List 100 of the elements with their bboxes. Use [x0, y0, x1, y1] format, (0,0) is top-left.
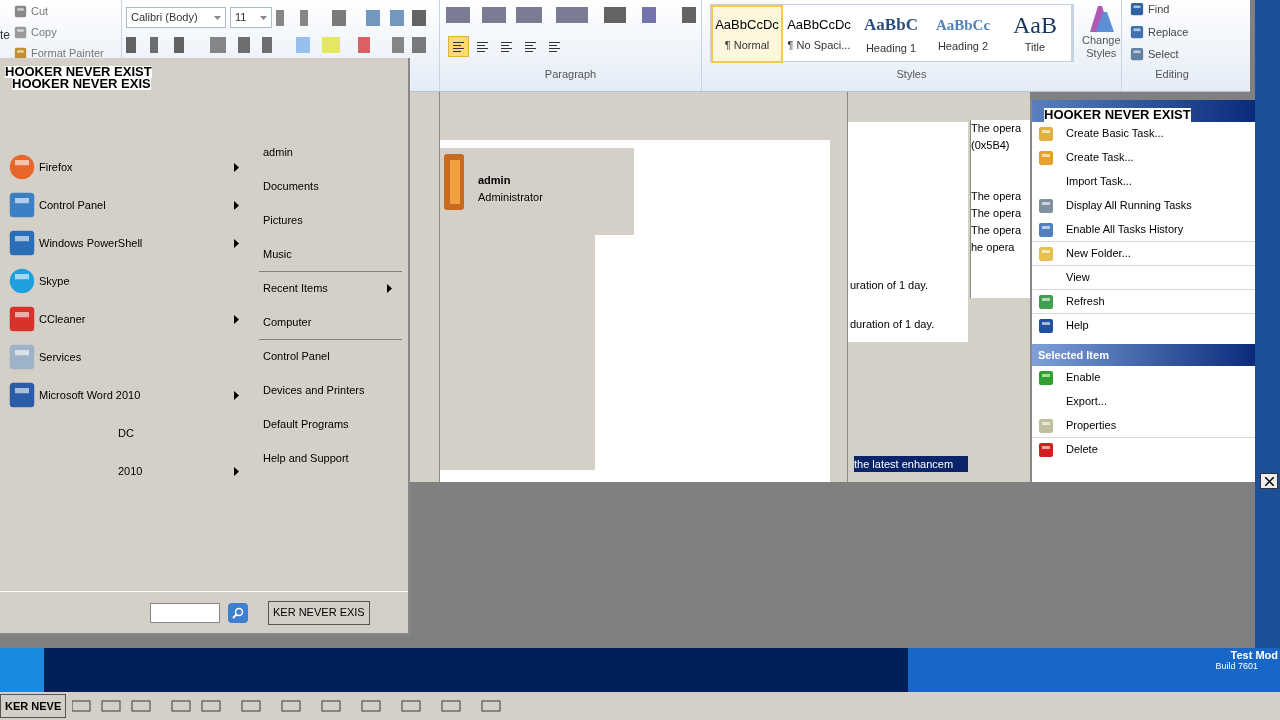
app-icon — [1038, 293, 1054, 310]
shutdown-button[interactable]: KER NEVER EXIS — [268, 600, 370, 625]
submenu-arrow-icon — [234, 162, 239, 172]
action-item[interactable]: Create Basic Task... — [1032, 122, 1255, 146]
action-item[interactable]: Enable All Tasks History — [1032, 218, 1255, 242]
user-frame-icon — [442, 154, 466, 210]
status-text: The opera — [971, 223, 1023, 238]
program-item[interactable]: Firefox — [8, 148, 245, 186]
close-icon — [1264, 476, 1274, 486]
program-item[interactable]: Services — [8, 338, 245, 376]
clipboard-button[interactable]: Copy — [14, 23, 104, 41]
program-item[interactable]: Control Panel — [8, 186, 245, 224]
user-role: Administrator — [478, 189, 543, 205]
app-icon — [8, 229, 36, 257]
style-gallery-item[interactable]: AaBbCcDc ¶ No Spaci... — [783, 5, 855, 63]
place-item[interactable]: Computer — [259, 306, 402, 340]
program-item[interactable]: Microsoft Word 2010 — [8, 376, 245, 414]
caret-icon — [214, 15, 221, 20]
app-icon — [14, 46, 27, 60]
action-item[interactable]: Enable — [1032, 366, 1255, 390]
place-item[interactable]: Documents — [259, 170, 402, 204]
user-name: admin — [478, 173, 512, 188]
program-item[interactable]: Skype — [8, 262, 245, 300]
start-button[interactable] — [0, 648, 44, 692]
app-icon — [1038, 317, 1054, 334]
app-icon — [1038, 125, 1054, 142]
taskbar-button[interactable]: KER NEVE — [0, 694, 67, 718]
place-item[interactable]: Pictures — [259, 204, 402, 238]
section-header: Selected Item — [1032, 344, 1255, 366]
program-item[interactable]: Windows PowerShell — [8, 224, 245, 262]
search-field[interactable] — [150, 602, 220, 623]
group-label: Paragraph — [544, 66, 597, 82]
style-gallery-item[interactable]: AaBbCc Heading 2 — [927, 5, 999, 63]
submenu-arrow-icon — [234, 390, 239, 400]
action-item[interactable]: Display All Running Tasks — [1032, 194, 1255, 218]
search-icon — [232, 606, 244, 619]
test-mode-text: Test Mod — [1230, 649, 1278, 661]
app-icon — [8, 191, 36, 219]
group-label: Styles — [896, 66, 927, 82]
app-icon — [1038, 197, 1054, 214]
action-item[interactable]: Properties — [1032, 414, 1255, 438]
app-icon — [1130, 47, 1144, 62]
editing-button[interactable]: Replace — [1130, 23, 1214, 40]
trigger-text: uration of 1 day. — [849, 278, 930, 293]
font-size-field[interactable]: 11 — [230, 7, 272, 28]
style-gallery-item[interactable]: AaB Title — [999, 5, 1071, 63]
align-button[interactable] — [448, 36, 469, 57]
pane-title: HOOKER NEVER EXIST — [1044, 108, 1191, 122]
app-icon — [1038, 245, 1054, 262]
program-item[interactable]: CCleaner — [8, 300, 245, 338]
place-item[interactable]: Music — [259, 238, 402, 272]
program-item[interactable]: 2010 — [8, 452, 245, 490]
app-icon — [14, 25, 27, 39]
place-item[interactable]: Control Panel — [259, 340, 402, 374]
clipboard-button[interactable]: Format Painter — [14, 44, 104, 62]
submenu-arrow-icon — [234, 200, 239, 210]
action-item[interactable]: Import Task... — [1032, 170, 1255, 194]
place-item[interactable]: Default Programs — [259, 408, 402, 442]
action-item[interactable]: Help — [1032, 314, 1255, 338]
editing-button[interactable]: Find — [1130, 1, 1214, 18]
font-name-field[interactable]: Calibri (Body) — [126, 7, 226, 28]
action-item[interactable]: Create Task... — [1032, 146, 1255, 170]
action-item[interactable]: New Folder... — [1032, 242, 1255, 266]
app-icon — [8, 153, 36, 181]
place-item[interactable]: Help and Support — [259, 442, 402, 476]
app-icon — [1038, 149, 1054, 166]
program-item[interactable]: DC — [8, 414, 245, 452]
action-item[interactable]: View — [1032, 266, 1255, 290]
change-styles-button[interactable]: Change Styles — [1082, 4, 1121, 60]
action-item[interactable]: Delete — [1032, 438, 1255, 462]
status-text: (0x5B4) — [971, 138, 1011, 153]
place-item[interactable]: Devices and Printers — [259, 374, 402, 408]
app-icon — [1038, 441, 1054, 458]
submenu-arrow-icon — [234, 466, 239, 476]
search-button[interactable] — [228, 602, 248, 623]
app-icon — [8, 381, 36, 409]
app-icon — [1038, 417, 1054, 434]
style-gallery-item[interactable]: AaBbC Heading 1 — [855, 5, 927, 63]
editing-button[interactable]: Select — [1130, 46, 1214, 63]
trigger-text: duration of 1 day. — [849, 316, 936, 332]
group-label: Editing — [1155, 66, 1189, 82]
status-text: he opera — [971, 240, 1016, 255]
style-gallery-item[interactable]: AaBbCcDc ¶ Normal — [711, 5, 783, 63]
action-item[interactable]: Export... — [1032, 390, 1255, 414]
submenu-arrow-icon — [234, 314, 239, 324]
banner-text: HOOKER NEVER EXIST — [5, 66, 152, 78]
submenu-arrow-icon — [234, 238, 239, 248]
action-item[interactable]: Refresh — [1032, 290, 1255, 314]
close-button[interactable] — [1260, 473, 1278, 489]
status-text: The opera — [971, 206, 1023, 221]
app-icon — [1130, 2, 1144, 17]
place-item[interactable]: admin — [259, 136, 402, 170]
clipboard-button[interactable]: Cut — [14, 2, 104, 20]
app-icon — [1038, 221, 1054, 238]
app-icon — [8, 305, 36, 333]
place-item[interactable]: Recent Items — [259, 272, 402, 306]
app-icon — [8, 267, 36, 295]
app-icon — [1130, 24, 1144, 39]
app-icon — [8, 343, 36, 371]
banner-text: HOOKER NEVER EXIS — [12, 78, 151, 90]
